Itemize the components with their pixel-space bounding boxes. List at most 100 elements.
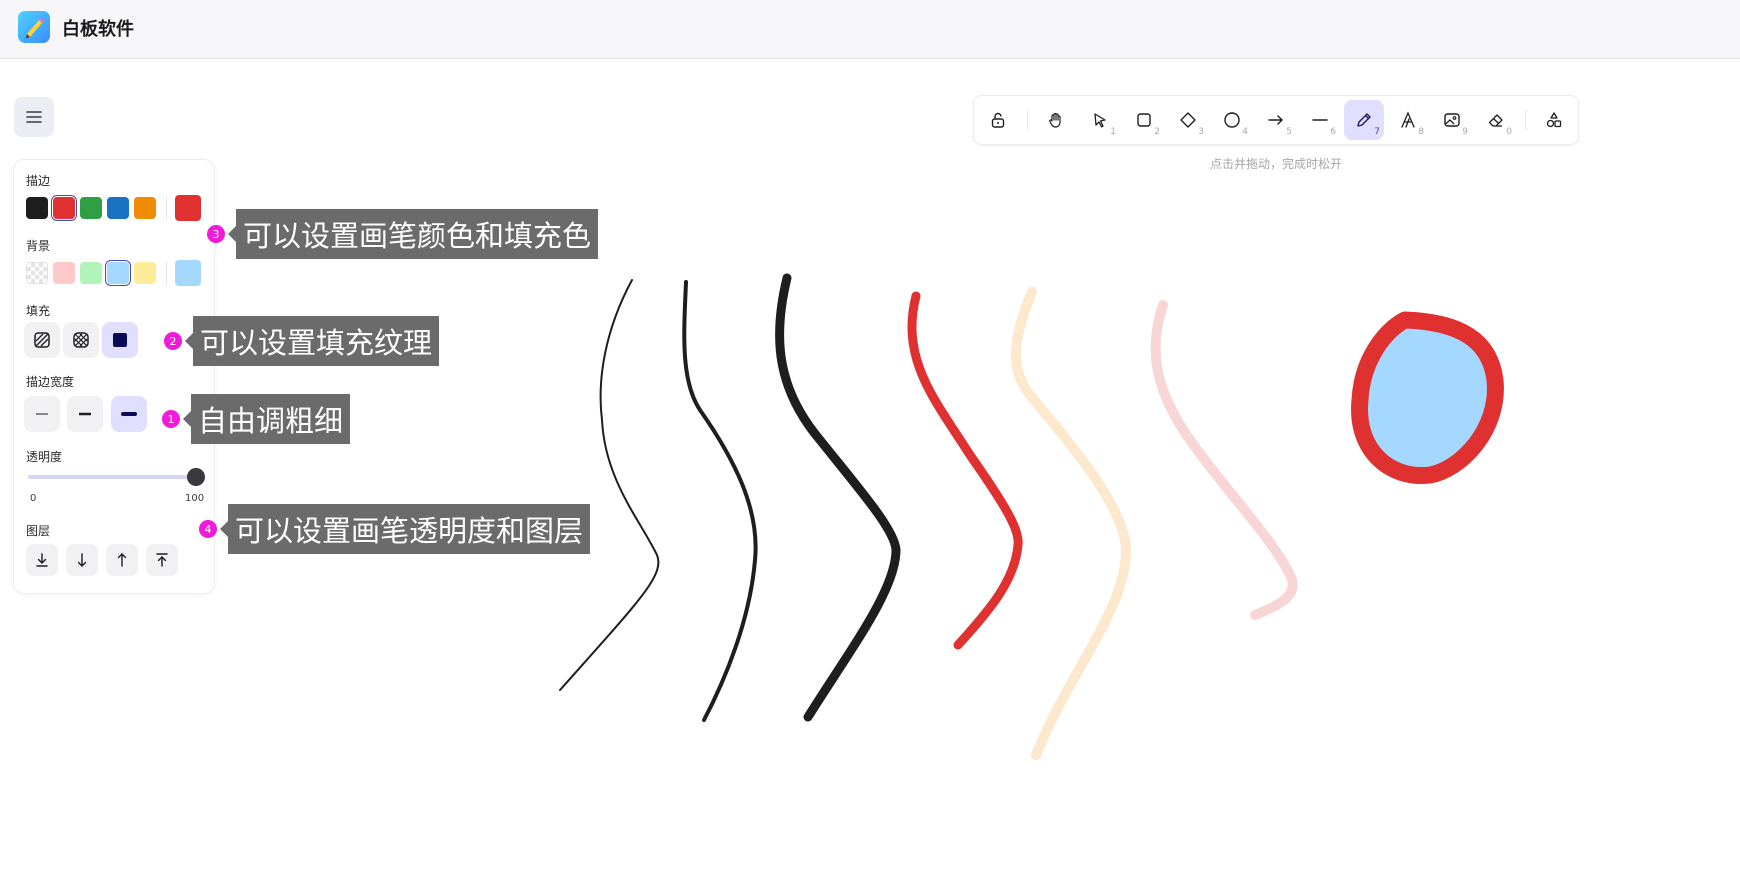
text-icon [1401,111,1415,128]
send-to-back-button[interactable] [26,544,58,576]
tool-ellipse[interactable]: 4 [1212,100,1252,140]
tool-rectangle-key: 2 [1154,127,1160,137]
send-to-back-icon [36,553,48,567]
opacity-slider-thumb[interactable] [187,468,205,486]
hand-icon [1049,112,1061,128]
line-icon [1312,119,1328,121]
main-toolbar: 1 2 3 4 5 6 7 8 9 0 [974,96,1578,144]
send-backward-icon [77,553,87,567]
stroke-swatch-red[interactable] [53,197,75,219]
thin-line-icon [36,413,48,415]
tool-image-key: 9 [1462,127,1468,137]
tool-shapes-library[interactable] [1534,100,1574,140]
toolbar-separator [1027,110,1028,130]
bring-to-front-icon [156,553,168,567]
stroke-medium-black [682,280,758,722]
tool-rectangle[interactable]: 2 [1124,100,1164,140]
toolbar-separator-2 [1525,110,1526,130]
thick-line-icon [121,412,137,416]
bring-forward-icon [117,553,127,567]
fill-label: 填充 [26,304,51,318]
fill-cross-hatch-button[interactable] [63,322,99,358]
annotation-color-tip: 可以设置画笔颜色和填充色 [227,209,599,259]
fill-hatch-button[interactable] [24,322,60,358]
tool-line-key: 6 [1330,127,1336,137]
toolbar-hint: 点击并拖动，完成时松开 [1210,157,1343,171]
app-header: 白板软件 [0,0,1740,59]
stroke-swatch-blue[interactable] [107,197,129,219]
tool-ellipse-key: 4 [1242,127,1248,137]
main-menu-button[interactable] [14,97,54,137]
stroke-thick-black [775,273,901,722]
annotation-badge-2: 2 [164,332,182,350]
background-swatch-pink[interactable] [53,262,75,284]
diamond-icon [1180,112,1196,128]
rectangle-icon [1137,113,1151,127]
hamburger-menu-icon [26,111,42,123]
tool-pencil-key: 7 [1374,127,1380,137]
opacity-min-label: 0 [30,493,37,504]
tool-line[interactable]: 6 [1300,100,1340,140]
stroke-current-color[interactable] [175,195,201,221]
stroke-thin-black [559,279,660,691]
pencil-icon [1357,113,1371,127]
tool-arrow-key: 5 [1286,127,1292,137]
tool-diamond[interactable]: 3 [1168,100,1208,140]
opacity-slider-track[interactable] [28,475,193,479]
tool-selection-key: 1 [1110,127,1116,137]
tool-text[interactable]: 8 [1388,100,1428,140]
medium-line-icon [79,412,91,416]
tool-eraser-key: 0 [1506,127,1512,137]
annotation-badge-3: 3 [207,225,225,243]
fill-solid-button[interactable] [102,322,138,358]
annotation-width-tip: 自由调粗细 [182,394,351,444]
tool-image[interactable]: 9 [1432,100,1472,140]
stroke-width-medium-button[interactable] [67,396,103,432]
app-title: 白板软件 [62,19,134,40]
background-swatch-yellow[interactable] [134,262,156,284]
tool-hand[interactable] [1036,100,1076,140]
selection-icon [1094,113,1106,128]
stroke-swatch-black[interactable] [26,197,48,219]
annotation-opacity-tip: 可以设置画笔透明度和图层 [219,504,591,554]
lock-icon [991,112,1005,128]
annotation-badge-1: 1 [162,410,180,428]
stroke-divider [166,197,167,219]
stroke-width-label: 描边宽度 [26,375,75,389]
background-swatch-blue[interactable] [107,262,129,284]
solid-fill-icon [113,333,127,347]
bring-to-front-button[interactable] [146,544,178,576]
tool-pencil[interactable]: 7 [1344,100,1384,140]
stroke-label: 描边 [26,174,51,188]
ellipse-icon [1224,112,1240,128]
stroke-width-thick-button[interactable] [111,396,147,432]
tool-diamond-key: 3 [1198,127,1204,137]
stroke-swatch-green[interactable] [80,197,102,219]
canvas-strokes [559,273,1504,760]
annotation-fill-tip: 可以设置填充纹理 [184,316,440,366]
tool-lock[interactable] [978,100,1018,140]
background-current-color[interactable] [175,260,201,286]
eraser-icon [1488,114,1503,127]
send-backward-button[interactable] [66,544,98,576]
cross-hatch-fill-icon [73,332,89,348]
background-swatch-transparent[interactable] [26,262,48,284]
properties-panel: 描边 背景 填充 描边宽度 透明度 0 100 图层 [14,160,214,593]
tool-arrow[interactable]: 5 [1256,100,1296,140]
stroke-width-thin-button[interactable] [24,396,60,432]
image-icon [1444,113,1460,127]
stroke-red-blob [1351,311,1504,485]
arrow-icon [1268,115,1283,125]
stroke-faded-orange [1010,287,1132,760]
drawing-canvas[interactable] [0,60,1740,889]
opacity-max-label: 100 [185,493,205,504]
stroke-faded-red [1150,300,1298,620]
tool-eraser[interactable]: 0 [1476,100,1516,140]
background-divider [166,262,167,284]
tool-selection[interactable]: 1 [1080,100,1120,140]
stroke-swatch-orange[interactable] [134,197,156,219]
bring-forward-button[interactable] [106,544,138,576]
shapes-library-icon [1546,112,1562,128]
background-swatch-green[interactable] [80,262,102,284]
opacity-label: 透明度 [26,450,63,464]
